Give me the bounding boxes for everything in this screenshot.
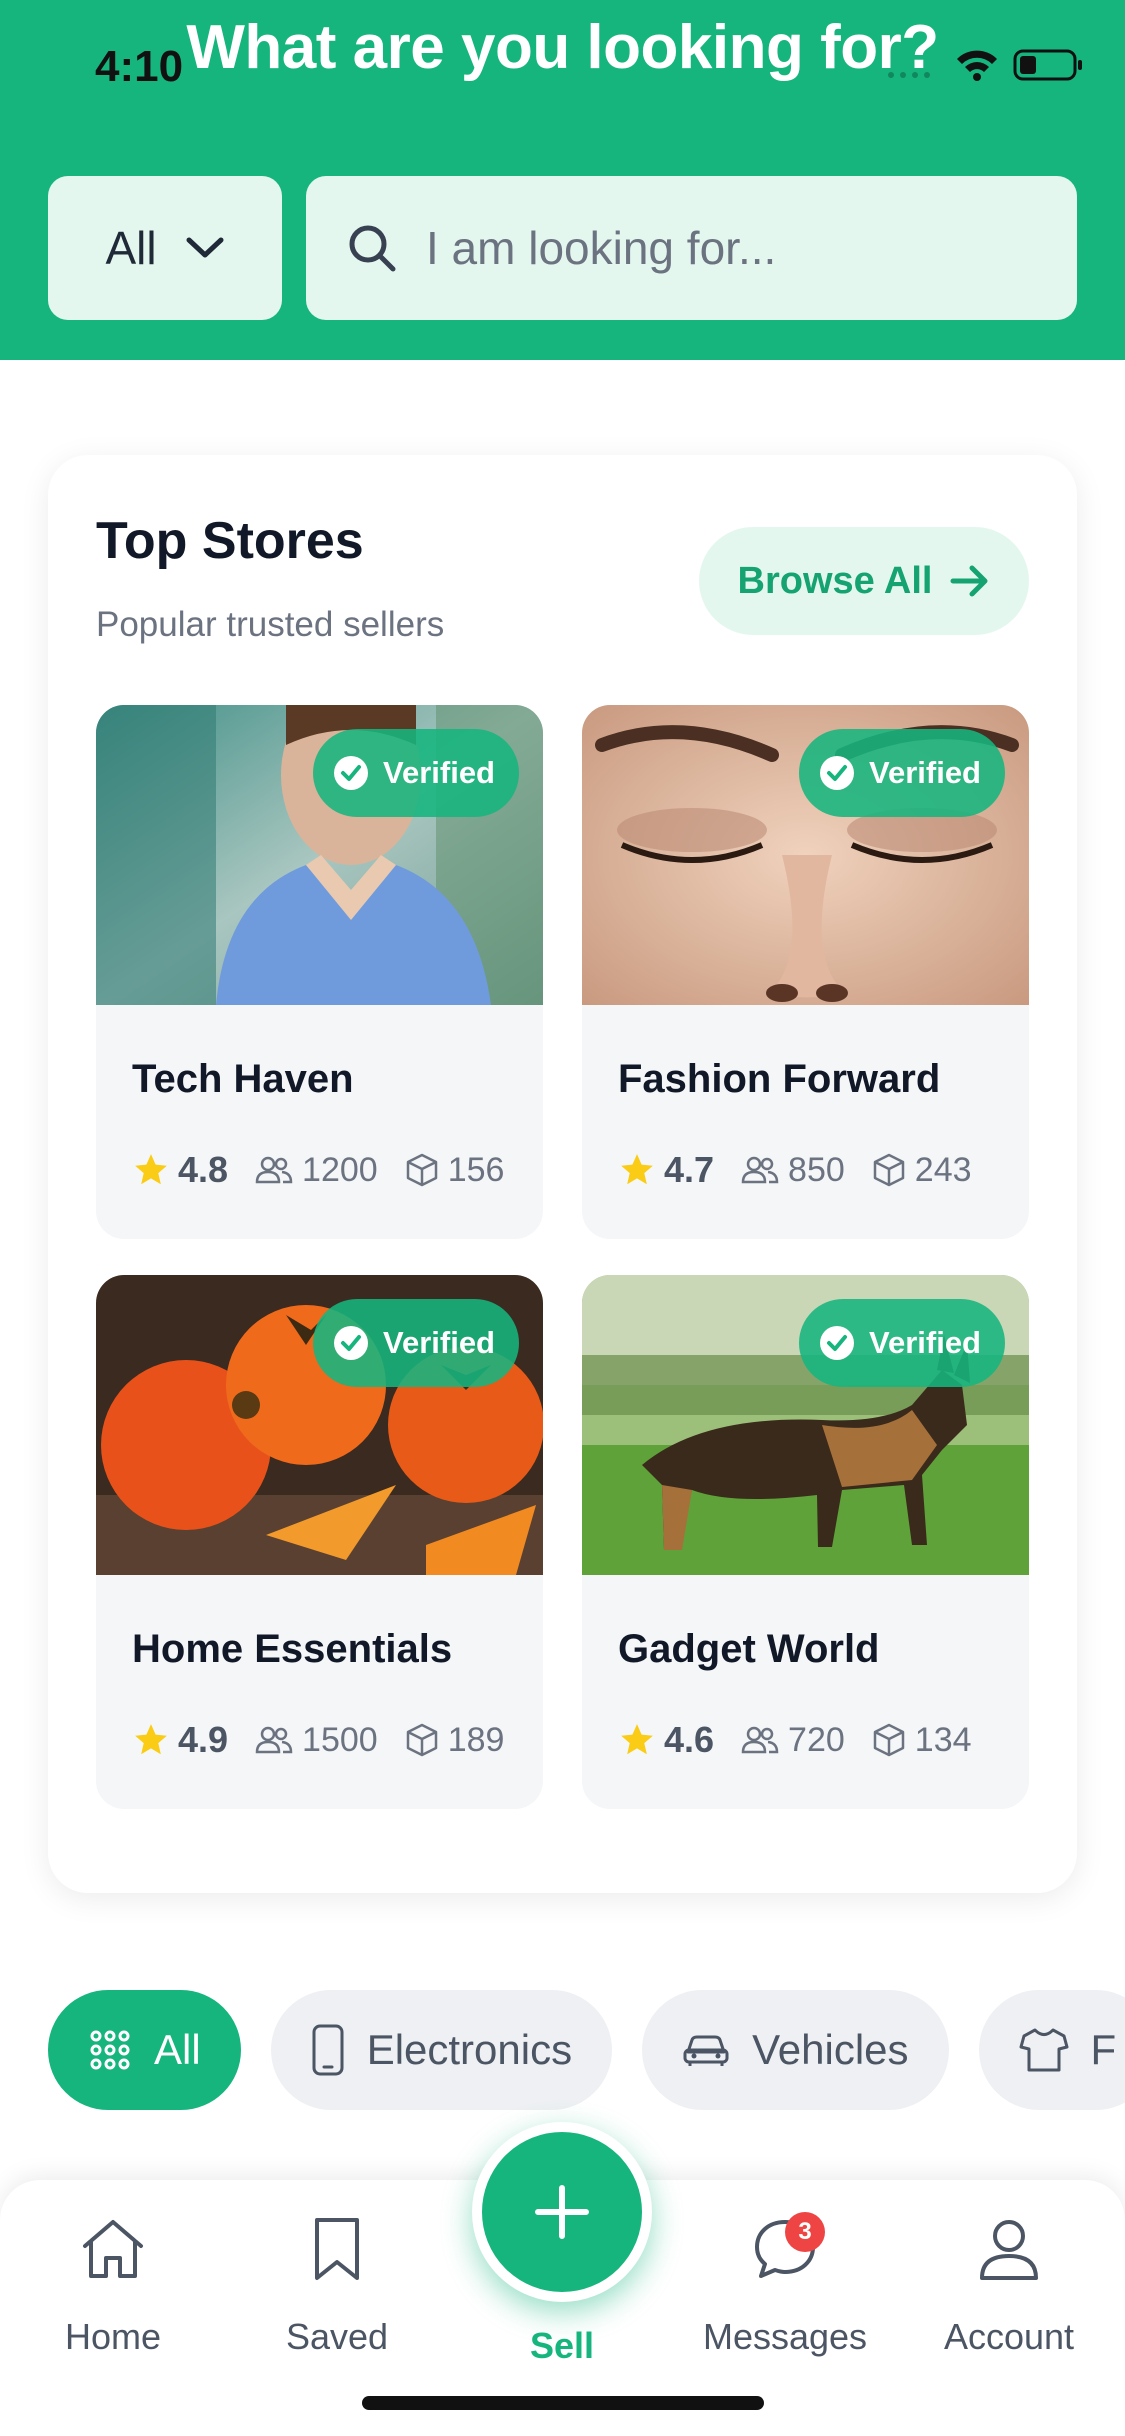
store-followers: 1200 bbox=[254, 1151, 378, 1190]
phone-icon bbox=[312, 2024, 344, 2076]
browse-all-label: Browse All bbox=[737, 559, 933, 602]
browse-all-button[interactable]: Browse All bbox=[699, 527, 1029, 635]
users-icon bbox=[741, 1726, 779, 1754]
users-icon bbox=[255, 1156, 293, 1184]
verified-badge: Verified bbox=[799, 1299, 1005, 1387]
star-icon bbox=[135, 1154, 167, 1185]
box-icon bbox=[873, 1153, 905, 1187]
box-icon bbox=[406, 1723, 437, 1757]
star-icon bbox=[135, 1724, 167, 1755]
grid-icon bbox=[90, 2030, 130, 2070]
nav-account[interactable]: Account bbox=[909, 2216, 1109, 2358]
verified-badge: Verified bbox=[313, 729, 519, 817]
store-name: Gadget World bbox=[618, 1627, 880, 1671]
search-box[interactable] bbox=[306, 176, 1077, 320]
store-card-gadget-world[interactable]: Verified Gadget World 4.6 720 134 bbox=[582, 1275, 1029, 1809]
category-chip-vehicles[interactable]: Vehicles bbox=[642, 1990, 949, 2110]
store-card-fashion-forward[interactable]: Verified Fashion Forward 4.7 850 243 bbox=[582, 705, 1029, 1239]
sell-label: Sell bbox=[529, 2325, 595, 2366]
store-name: Tech Haven bbox=[132, 1057, 354, 1101]
store-followers: 1500 bbox=[254, 1721, 378, 1760]
category-chip-electronics[interactable]: Electronics bbox=[270, 1990, 613, 2110]
status-icons bbox=[885, 48, 1085, 82]
signal-icon bbox=[888, 72, 930, 78]
store-products: 134 bbox=[871, 1721, 972, 1760]
chevron-down-icon bbox=[186, 237, 224, 258]
category-chips: All Electronics Vehicles F bbox=[48, 1990, 1125, 2110]
sell-button[interactable] bbox=[472, 2122, 652, 2302]
chip-label: Electronics bbox=[366, 2026, 573, 2073]
store-name: Fashion Forward bbox=[618, 1057, 941, 1101]
chip-label: All bbox=[154, 2026, 201, 2073]
box-icon bbox=[406, 1153, 437, 1187]
messages-badge: 3 bbox=[785, 2212, 825, 2252]
store-followers: 720 bbox=[740, 1721, 845, 1760]
filter-value: All bbox=[105, 222, 157, 274]
store-card-home-essentials[interactable]: Verified Home Essentials 4.9 1500 189 bbox=[96, 1275, 543, 1809]
shirt-icon bbox=[1019, 2028, 1069, 2072]
store-products: 189 bbox=[404, 1721, 504, 1760]
store-products: 156 bbox=[404, 1151, 504, 1190]
plus-icon bbox=[535, 2185, 589, 2239]
user-icon bbox=[980, 2220, 1038, 2280]
wifi-icon bbox=[957, 50, 997, 81]
header: What are you looking for? 4:10 All bbox=[0, 0, 1125, 360]
store-card-tech-haven[interactable]: Verified Tech Haven 4.8 1200 156 bbox=[96, 705, 543, 1239]
store-products: 243 bbox=[871, 1151, 972, 1190]
store-rating: 4.8 bbox=[132, 1149, 228, 1191]
section-title: Top Stores bbox=[96, 512, 364, 570]
verified-label: Verified bbox=[869, 1325, 981, 1360]
store-rating: 4.6 bbox=[618, 1719, 714, 1761]
star-icon bbox=[621, 1724, 653, 1755]
store-rating: 4.7 bbox=[618, 1149, 714, 1191]
section-subtitle: Popular trusted sellers bbox=[96, 605, 445, 644]
category-filter-select[interactable]: All bbox=[48, 176, 282, 320]
store-name: Home Essentials bbox=[132, 1627, 453, 1671]
car-icon bbox=[683, 2035, 729, 2066]
status-time: 4:10 bbox=[95, 42, 184, 91]
store-stats: 4.8 1200 156 bbox=[132, 1149, 530, 1191]
nav-saved[interactable]: Saved bbox=[237, 2216, 437, 2358]
verified-label: Verified bbox=[383, 1325, 495, 1360]
store-followers: 850 bbox=[740, 1151, 845, 1190]
nav-messages[interactable]: 3 Messages bbox=[685, 2212, 885, 2358]
chip-label: F bbox=[1090, 2026, 1117, 2073]
search-icon bbox=[349, 225, 396, 272]
check-circle-icon bbox=[820, 756, 854, 790]
verified-badge: Verified bbox=[313, 1299, 519, 1387]
store-stats: 4.9 1500 189 bbox=[132, 1719, 530, 1761]
verified-label: Verified bbox=[383, 755, 495, 790]
messages-icon-wrap: 3 bbox=[751, 2212, 825, 2282]
home-indicator bbox=[362, 2396, 764, 2410]
verified-label: Verified bbox=[869, 755, 981, 790]
top-stores-card: Top Stores Popular trusted sellers Brows… bbox=[48, 455, 1077, 1893]
store-stats: 4.7 850 243 bbox=[618, 1149, 998, 1191]
box-icon bbox=[873, 1723, 905, 1757]
arrow-right-icon bbox=[950, 565, 988, 597]
star-icon bbox=[621, 1154, 653, 1185]
check-circle-icon bbox=[334, 1326, 368, 1360]
category-chip-partial[interactable]: F bbox=[978, 1990, 1125, 2110]
bookmark-icon bbox=[315, 2218, 359, 2280]
users-icon bbox=[255, 1726, 293, 1754]
users-icon bbox=[741, 1156, 779, 1184]
search-input[interactable] bbox=[426, 221, 1046, 275]
chip-label: Vehicles bbox=[752, 2026, 909, 2073]
battery-icon bbox=[1013, 49, 1082, 81]
verified-badge: Verified bbox=[799, 729, 1005, 817]
store-stats: 4.6 720 134 bbox=[618, 1719, 998, 1761]
home-icon bbox=[83, 2220, 143, 2278]
nav-home[interactable]: Home bbox=[13, 2216, 213, 2358]
check-circle-icon bbox=[820, 1326, 854, 1360]
check-circle-icon bbox=[334, 756, 368, 790]
category-chip-all[interactable]: All bbox=[48, 1990, 241, 2110]
store-rating: 4.9 bbox=[132, 1719, 228, 1761]
